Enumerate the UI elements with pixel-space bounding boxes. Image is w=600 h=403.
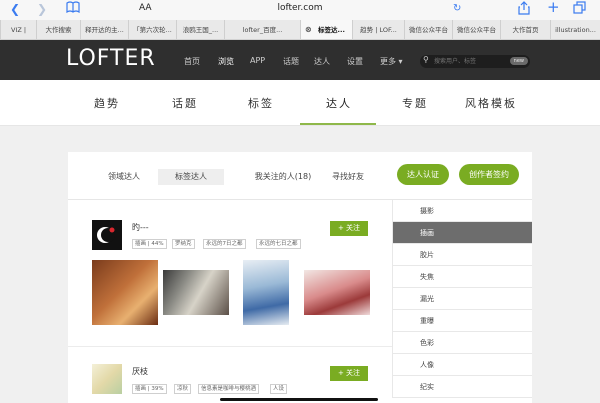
tab-find-friends[interactable]: 寻找好友 bbox=[324, 169, 372, 185]
tab-following[interactable]: 我关注的人(18) bbox=[238, 169, 328, 185]
tag[interactable]: 凉秋 bbox=[174, 384, 192, 394]
category-item[interactable]: 重曝 bbox=[392, 310, 532, 332]
nav-browse[interactable]: 浏览 bbox=[218, 56, 234, 67]
category-item[interactable]: 失焦 bbox=[392, 266, 532, 288]
tag[interactable]: 罗纳克 bbox=[172, 239, 195, 249]
creator-signing-button[interactable]: 创作者签约 bbox=[459, 164, 519, 185]
scroll-indicator[interactable] bbox=[220, 398, 378, 401]
avatar[interactable] bbox=[92, 364, 122, 394]
site-header: LOFTER 首页 浏览 APP 话题 达人 设置 更多 ▾ ⚲ new bbox=[0, 40, 600, 80]
artwork-thumbnail[interactable] bbox=[243, 260, 289, 325]
lofter-logo[interactable]: LOFTER bbox=[66, 46, 156, 71]
follow-button[interactable]: + 关注 bbox=[330, 366, 368, 381]
subnav-specials[interactable]: 专题 bbox=[402, 95, 428, 111]
tag[interactable]: 插画 | 44% bbox=[132, 239, 167, 249]
tab[interactable]: 释开达的主... bbox=[80, 20, 128, 39]
reload-icon[interactable]: ↻ bbox=[453, 1, 461, 17]
new-badge: new bbox=[509, 57, 528, 65]
category-item[interactable]: 色彩 bbox=[392, 332, 532, 354]
tag[interactable]: 永远的七日之都 bbox=[256, 239, 301, 249]
sub-navigation: 趋势 话题 标签 达人 专题 风格模板 bbox=[0, 80, 600, 126]
avatar[interactable] bbox=[92, 220, 122, 250]
subnav-themes[interactable]: 风格模板 bbox=[465, 95, 517, 111]
experts-card: 领域达人 标签达人 我关注的人(18) 寻找好友 达人认证 创作者签约 摄影 插… bbox=[68, 152, 532, 403]
tab-domain-experts[interactable]: 领域达人 bbox=[100, 169, 148, 185]
category-list: 摄影 插画 胶片 失焦 漏光 重曝 色彩 人像 纪实 bbox=[392, 200, 532, 398]
tab-strip: VIZ | 大作搜索 释开达的主... 「第六次轮... 浪鸥王国_... lo… bbox=[0, 20, 600, 40]
search-input[interactable] bbox=[434, 57, 504, 66]
share-icon[interactable] bbox=[518, 1, 530, 19]
tab[interactable]: 微信公众平台 bbox=[452, 20, 500, 39]
category-item-active[interactable]: 插画 bbox=[392, 222, 532, 244]
tag[interactable]: 信息素是咖啡与樱桃酒 bbox=[198, 384, 260, 394]
category-item[interactable]: 纪实 bbox=[392, 376, 532, 398]
category-item[interactable]: 摄影 bbox=[392, 200, 532, 222]
category-item[interactable]: 漏光 bbox=[392, 288, 532, 310]
tab[interactable]: 「第六次轮... bbox=[128, 20, 176, 39]
artwork-thumbnail[interactable] bbox=[163, 270, 229, 315]
nav-topics[interactable]: 话题 bbox=[283, 56, 299, 67]
active-underline bbox=[300, 123, 376, 125]
user-divider bbox=[68, 346, 392, 347]
tab[interactable]: 浪鸥王国_... bbox=[176, 20, 224, 39]
browser-toolbar: ❮ ❯ AA lofter.com ↻ + bbox=[0, 0, 600, 20]
address-bar[interactable]: lofter.com bbox=[0, 3, 600, 13]
tabs-overview-icon[interactable] bbox=[573, 1, 586, 18]
tab[interactable]: 大作搜索 bbox=[36, 20, 80, 39]
nav-home[interactable]: 首页 bbox=[184, 56, 200, 67]
expert-certification-button[interactable]: 达人认证 bbox=[397, 164, 449, 185]
tag[interactable]: 插画 | 39% bbox=[132, 384, 167, 394]
tag[interactable]: 永远的7日之都 bbox=[203, 239, 246, 249]
category-item[interactable]: 人像 bbox=[392, 354, 532, 376]
search-box[interactable]: ⚲ new bbox=[420, 55, 530, 68]
user-name[interactable]: 厌枝 bbox=[132, 366, 148, 377]
search-icon: ⚲ bbox=[423, 55, 429, 64]
tab[interactable]: illustration... bbox=[550, 20, 600, 39]
artwork-thumbnail[interactable] bbox=[304, 270, 370, 315]
artwork-thumbnail[interactable] bbox=[92, 260, 158, 325]
close-icon[interactable]: ⊗ bbox=[305, 20, 312, 39]
nav-app[interactable]: APP bbox=[250, 56, 265, 65]
category-item[interactable]: 胶片 bbox=[392, 244, 532, 266]
tab-active[interactable]: ⊗ 标签达... bbox=[300, 20, 352, 39]
follow-button[interactable]: + 关注 bbox=[330, 221, 368, 236]
nav-settings[interactable]: 设置 bbox=[347, 56, 363, 67]
tab[interactable]: VIZ | bbox=[0, 20, 36, 39]
user-name[interactable]: 旳--- bbox=[132, 222, 149, 233]
subnav-topics[interactable]: 话题 bbox=[172, 95, 198, 111]
new-tab-icon[interactable]: + bbox=[547, 0, 560, 15]
subnav-trends[interactable]: 趋势 bbox=[94, 95, 120, 111]
tab[interactable]: 微信公众平台 bbox=[404, 20, 452, 39]
subnav-tags[interactable]: 标签 bbox=[248, 95, 274, 111]
subnav-experts[interactable]: 达人 bbox=[326, 95, 352, 111]
nav-more[interactable]: 更多 ▾ bbox=[380, 56, 403, 67]
tab[interactable]: 趋势 | LOF... bbox=[352, 20, 404, 39]
tab[interactable]: 大作首页 bbox=[500, 20, 550, 39]
tag[interactable]: 人设 bbox=[270, 384, 288, 394]
tab-tag-experts[interactable]: 标签达人 bbox=[158, 169, 224, 185]
nav-experts[interactable]: 达人 bbox=[314, 56, 330, 67]
tab[interactable]: lofter_百度... bbox=[224, 20, 300, 39]
